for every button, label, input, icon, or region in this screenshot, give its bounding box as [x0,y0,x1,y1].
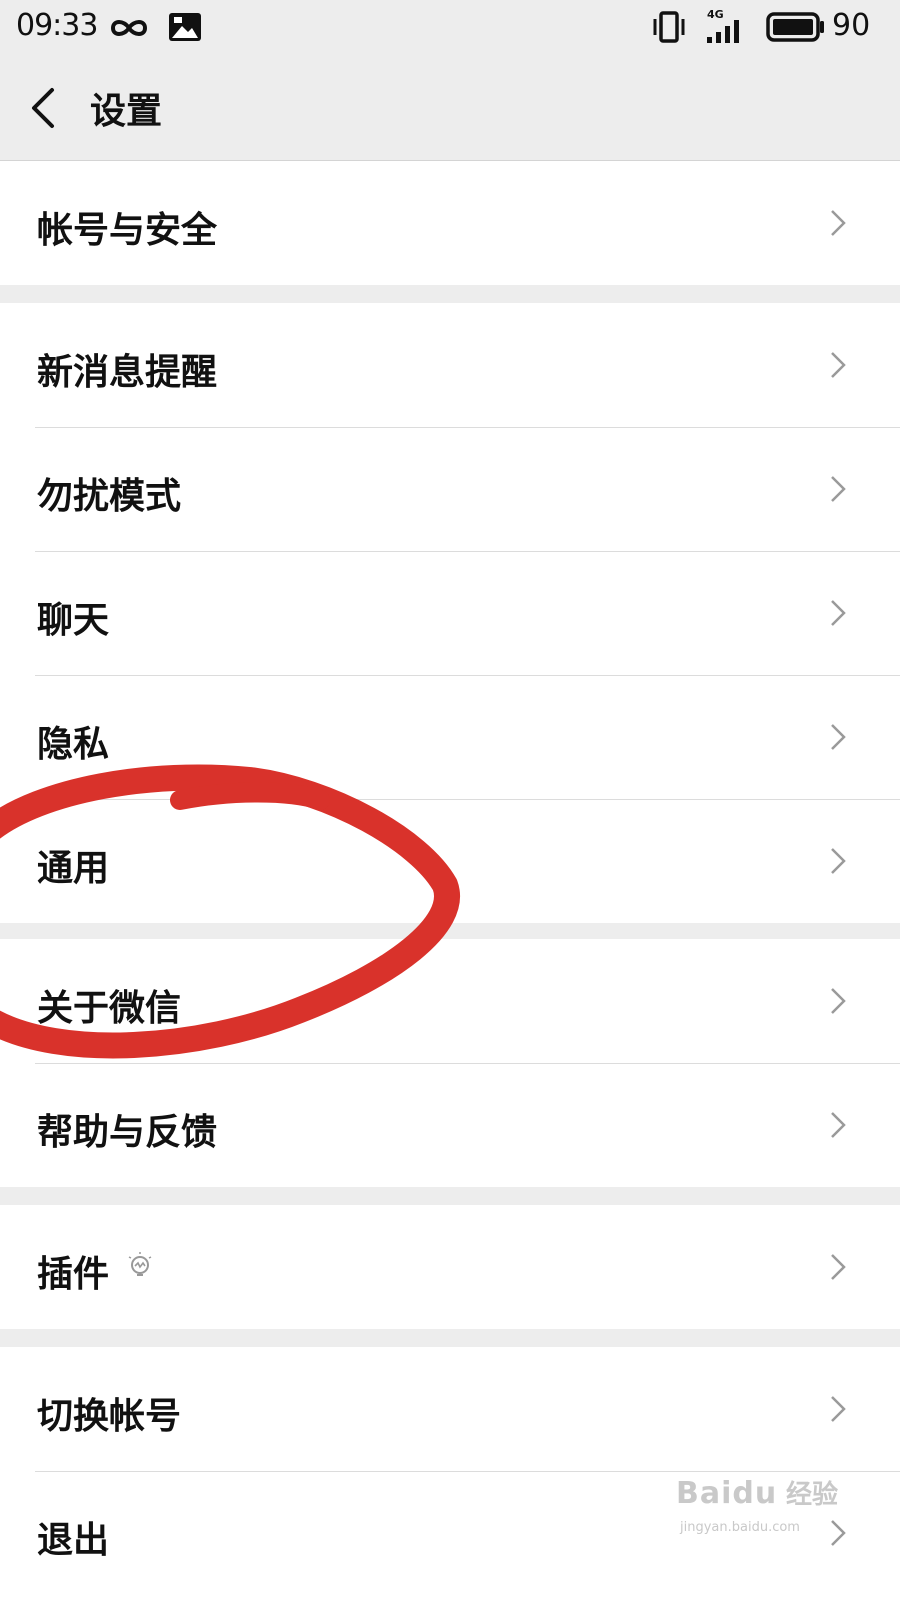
settings-item-do-not-disturb[interactable]: 勿扰模式 [0,427,900,551]
settings-item-privacy[interactable]: 隐私 [0,675,900,799]
settings-item-label: 插件 [37,1254,110,1295]
chevron-right-icon [831,476,846,502]
settings-item-general[interactable]: 通用 [0,799,900,923]
settings-item-label: 勿扰模式 [37,476,182,517]
battery-level: 90 [832,8,871,43]
settings-item-label: 新消息提醒 [37,352,218,393]
watermark-url: jingyan.baidu.com [680,1520,800,1535]
settings-item-label: 帐号与安全 [37,210,218,251]
settings-item-label: 帮助与反馈 [37,1112,218,1153]
chevron-right-icon [831,848,846,874]
chevron-right-icon [831,210,846,236]
settings-group-main: 新消息提醒 勿扰模式 聊天 隐私 通用 [0,303,900,923]
settings-item-label: 聊天 [37,600,110,641]
settings-group-plugins: 插件 [0,1205,900,1329]
settings-item-label: 通用 [37,848,110,889]
vibrate-icon [653,11,685,43]
chevron-right-icon [831,988,846,1014]
settings-item-new-message-alerts[interactable]: 新消息提醒 [0,303,900,427]
settings-item-label: 退出 [37,1520,110,1561]
image-notification-icon [169,13,201,41]
lightbulb-icon [128,1252,152,1276]
back-button[interactable] [20,76,76,140]
settings-item-label: 关于微信 [37,988,182,1029]
back-arrow-icon [32,88,54,128]
chevron-right-icon [831,1112,846,1138]
settings-item-about-wechat[interactable]: 关于微信 [0,939,900,1063]
settings-item-label: 切换帐号 [37,1396,182,1437]
chevron-right-icon [831,600,846,626]
signal-icon [707,20,739,43]
chevron-right-icon [831,724,846,750]
watermark: Baidu 经验 jingyan.baidu.com [676,1470,856,1550]
watermark-logo: Baidu [676,1476,778,1511]
chevron-right-icon [831,1254,846,1280]
status-bar: 09:33 4G 90 [0,0,900,56]
nav-bar: 设置 [0,56,900,161]
chevron-right-icon [831,1396,846,1422]
settings-group-about: 关于微信 帮助与反馈 [0,939,900,1187]
watermark-text: 经验 [786,1480,839,1510]
chevron-right-icon [831,352,846,378]
settings-item-help-feedback[interactable]: 帮助与反馈 [0,1063,900,1187]
page-title: 设置 [90,91,163,132]
settings-item-switch-account[interactable]: 切换帐号 [0,1347,900,1471]
settings-group-account: 帐号与安全 [0,161,900,285]
settings-item-plugins[interactable]: 插件 [0,1205,900,1329]
settings-item-chat[interactable]: 聊天 [0,551,900,675]
status-time: 09:33 [16,8,98,43]
infinity-icon [110,20,148,36]
battery-icon [766,12,824,42]
settings-item-label: 隐私 [37,724,110,765]
settings-item-account-security[interactable]: 帐号与安全 [0,161,900,285]
